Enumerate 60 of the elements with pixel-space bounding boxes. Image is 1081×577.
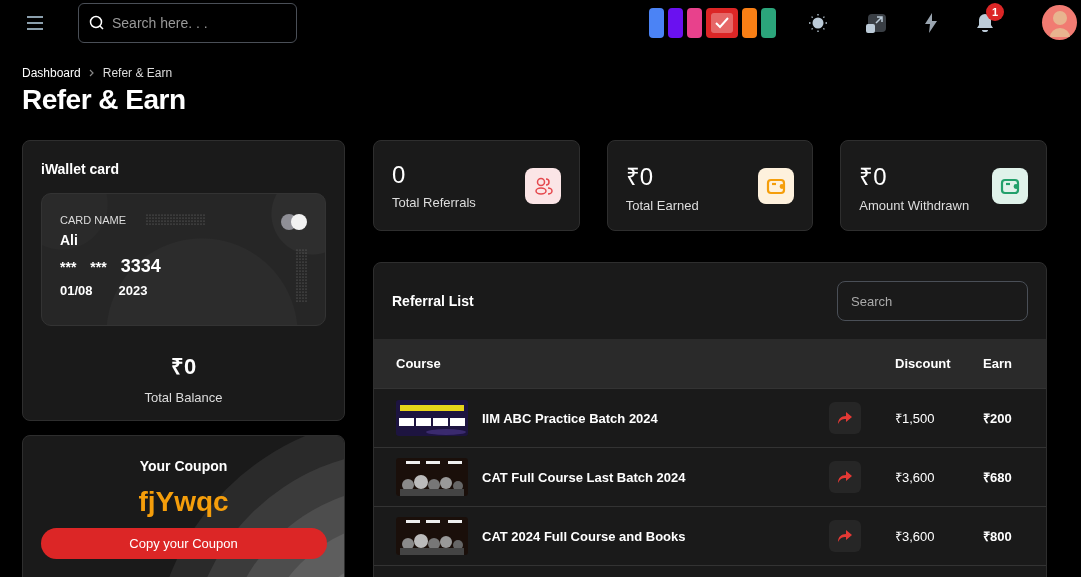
balance-label: Total Balance	[144, 390, 223, 405]
share-button[interactable]	[829, 461, 861, 493]
card-label: CARD NAME	[60, 214, 126, 226]
breadcrumb-link[interactable]: Dashboard	[22, 66, 81, 80]
copy-coupon-button[interactable]: Copy your Coupon	[40, 528, 327, 559]
table-cell-text: ₹1,500	[894, 410, 936, 427]
stat-value: ₹0	[625, 161, 655, 192]
table-cell-text: ₹200	[983, 410, 1013, 427]
coupon-code: fjYwqc	[138, 486, 229, 518]
card-number: ***	[90, 259, 107, 275]
theme-swatch[interactable]	[687, 7, 702, 38]
course-name: CAT 2024 Full Course and Books	[482, 528, 686, 544]
share-button[interactable]	[829, 520, 861, 552]
table-title: Referral List	[392, 293, 474, 309]
sun-icon[interactable]	[808, 12, 828, 33]
course-name: CAT Full Course Last Batch 2024	[482, 469, 686, 485]
column-header: Course	[396, 356, 442, 371]
card-year: 2023	[118, 283, 148, 298]
card-brand-icon	[280, 213, 308, 231]
fullscreen-icon[interactable]	[866, 12, 886, 33]
theme-swatch[interactable]	[761, 7, 776, 38]
avatar[interactable]	[1042, 5, 1077, 40]
theme-swatch[interactable]	[668, 7, 683, 38]
theme-swatch[interactable]	[742, 7, 757, 38]
chevron-icon	[88, 69, 95, 77]
theme-swatch[interactable]	[649, 7, 664, 38]
balance-amount: ₹0	[170, 353, 197, 380]
share-icon	[838, 471, 852, 483]
stat-label: Total Referrals	[392, 195, 476, 210]
share-button[interactable]	[829, 402, 861, 434]
theme-swatch[interactable]	[706, 7, 738, 38]
search-field[interactable]: Search here. . .	[78, 2, 297, 43]
bell-icon[interactable]	[976, 12, 994, 33]
card-number: 3334	[120, 256, 161, 277]
stat-label: Total Earned	[625, 197, 699, 213]
share-icon	[838, 530, 852, 542]
column-header: Discount	[894, 356, 952, 371]
page-title: Refer & Earn	[22, 84, 187, 116]
column-header: Earn	[983, 356, 1013, 371]
menu-icon[interactable]	[26, 15, 44, 30]
search-field[interactable]: Search	[837, 281, 1028, 321]
stat-label: Amount Withdrawn	[859, 197, 970, 213]
table-cell-text: ₹800	[983, 528, 1013, 545]
check-icon	[715, 16, 729, 29]
course-name: IIM ABC Practice Batch 2024	[482, 410, 658, 426]
notification-badge: 1	[986, 2, 1004, 21]
coupon-title: Your Coupon	[139, 458, 228, 474]
card-expiry: 01/08	[60, 283, 93, 298]
stat-value: 0	[392, 161, 407, 189]
table-cell-text: ₹680	[983, 469, 1013, 486]
search-icon	[89, 14, 105, 31]
card-number: ***	[60, 259, 77, 275]
table-cell-text: ₹3,600	[894, 469, 936, 486]
breadcrumb-current: Refer & Earn	[102, 66, 173, 80]
panel-title: iWallet card	[41, 161, 121, 177]
lightning-icon[interactable]	[924, 12, 938, 33]
share-icon	[838, 412, 852, 424]
stat-value: ₹0	[859, 161, 888, 192]
card-holder: Ali	[60, 232, 78, 248]
table-cell-text: ₹3,600	[894, 528, 936, 545]
